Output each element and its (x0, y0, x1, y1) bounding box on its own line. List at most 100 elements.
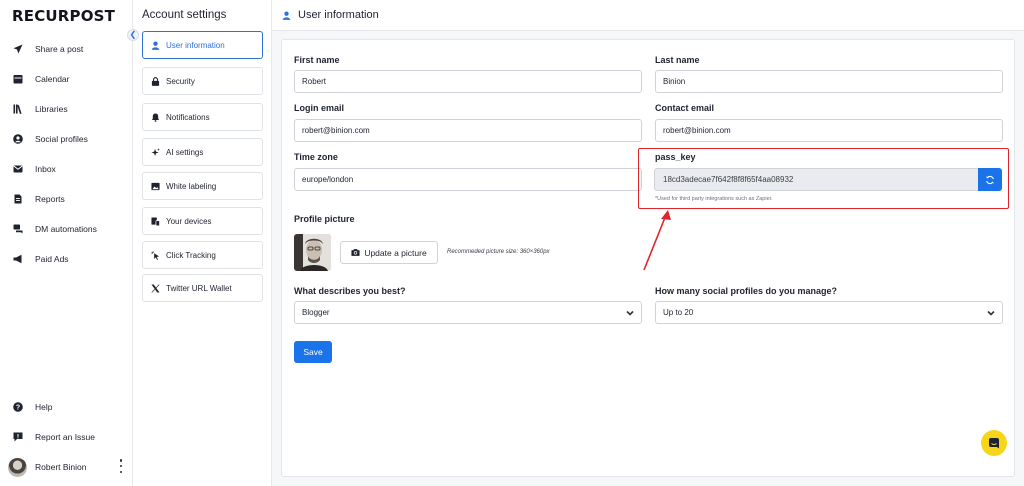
update-picture-label: Update a picture (364, 247, 427, 258)
nav-item-dm-automations[interactable]: DM automations (0, 215, 132, 243)
pass-key-field[interactable]: 18cd3adecae7f642f8f8f65f4aa08932 (654, 168, 978, 191)
nav-item-social-profiles[interactable]: Social profiles (0, 125, 132, 153)
nav-item-label: Inbox (35, 164, 56, 174)
user-profile-row[interactable]: Robert Binion (8, 455, 130, 479)
send-icon (12, 44, 23, 55)
chat-bubble-icon (989, 438, 999, 449)
user-icon (282, 11, 291, 20)
nav-item-libraries[interactable]: Libraries (0, 95, 132, 123)
nav-item-label: Social profiles (35, 134, 88, 144)
profiles-count-select[interactable]: Up to 20 (655, 301, 1003, 324)
user-icon (150, 40, 160, 50)
describes-label: What describes you best? (294, 286, 406, 296)
nav-item-label: Report an Issue (35, 432, 96, 442)
devices-icon (150, 216, 160, 226)
camera-icon (351, 249, 360, 256)
nav-item-share-a-post[interactable]: Share a post (0, 35, 132, 63)
page-title: User information (298, 9, 379, 21)
nav-item-paid-ads[interactable]: Paid Ads (0, 245, 132, 273)
calendar-icon (12, 74, 23, 85)
nav-item-label: Help (35, 402, 53, 412)
settings-item-click-tracking[interactable]: Click Tracking (142, 241, 263, 269)
first-name-label: First name (294, 55, 340, 65)
picture-size-note: Recommeded picture size: 360×360px (447, 249, 550, 255)
settings-item-security[interactable]: Security (142, 67, 263, 95)
settings-item-user-information[interactable]: User information (142, 31, 263, 59)
profiles-count-value: Up to 20 (663, 308, 694, 317)
login-email-field[interactable]: robert@binion.com (294, 119, 642, 142)
contact-email-label: Contact email (655, 103, 715, 113)
page-header: User information (272, 0, 1024, 31)
regenerate-pass-key-button[interactable] (978, 168, 1002, 191)
settings-item-label: Twitter URL Wallet (166, 283, 232, 293)
collapse-sidebar-button[interactable]: ❮ (127, 29, 139, 41)
flag-icon (12, 432, 23, 443)
refresh-icon (986, 175, 994, 184)
nav-item-inbox[interactable]: Inbox (0, 155, 132, 183)
login-email-value: robert@binion.com (302, 126, 370, 135)
settings-title: Account settings (142, 9, 227, 21)
pass-key-help-text: *Used for third party integrations such … (655, 196, 773, 202)
first-name-value: Robert (302, 77, 327, 86)
settings-sidebar: Account settings User information Securi… (133, 0, 272, 486)
nav-item-help[interactable]: ? Help (0, 393, 132, 421)
login-email-label: Login email (294, 103, 345, 113)
cursor-icon (150, 250, 160, 260)
chat-icon (12, 224, 23, 235)
last-name-field[interactable]: Binion (655, 70, 1003, 93)
settings-item-ai-settings[interactable]: AI settings (142, 138, 263, 166)
main-sidebar: RECURPOST ❮ Share a post Calendar Librar… (0, 0, 139, 486)
describes-select[interactable]: Blogger (294, 301, 642, 324)
nav-item-label: Reports (35, 194, 65, 204)
settings-item-label: AI settings (166, 147, 204, 157)
settings-item-twitter-url-wallet[interactable]: Twitter URL Wallet (142, 274, 263, 302)
first-name-field[interactable]: Robert (294, 70, 642, 93)
save-button[interactable]: Save (294, 341, 332, 363)
profiles-count-label: How many social profiles do you manage? (655, 286, 838, 296)
time-zone-label: Time zone (294, 152, 338, 162)
nav-item-label: Libraries (35, 104, 68, 114)
last-name-value: Binion (663, 77, 686, 86)
settings-item-label: Click Tracking (166, 250, 216, 260)
time-zone-field[interactable]: europe/london (294, 168, 642, 191)
nav-item-calendar[interactable]: Calendar (0, 65, 132, 93)
megaphone-icon (12, 254, 23, 265)
report-icon (12, 194, 23, 205)
chevron-down-icon (626, 309, 634, 317)
settings-item-label: White labeling (166, 181, 217, 191)
recurpost-logo[interactable]: RECURPOST (12, 7, 122, 25)
support-chat-button[interactable] (981, 430, 1007, 456)
contact-email-field[interactable]: robert@binion.com (655, 119, 1003, 142)
user-circle-icon (12, 134, 23, 145)
settings-item-your-devices[interactable]: Your devices (142, 207, 263, 235)
settings-item-notifications[interactable]: Notifications (142, 103, 263, 131)
settings-item-label: Notifications (166, 112, 210, 122)
lock-icon (150, 76, 160, 86)
time-zone-value: europe/london (302, 175, 354, 184)
settings-item-label: Security (166, 76, 195, 86)
settings-item-label: Your devices (166, 216, 212, 226)
x-logo-icon (150, 283, 160, 293)
main-content: User information First name Robert Last … (272, 0, 1024, 486)
sparkle-icon (150, 147, 160, 157)
more-options-icon[interactable] (118, 459, 124, 473)
inbox-icon (12, 164, 23, 175)
update-picture-button[interactable]: Update a picture (340, 241, 438, 264)
profile-picture (294, 234, 331, 271)
settings-item-white-labeling[interactable]: White labeling (142, 172, 263, 200)
nav-item-reports[interactable]: Reports (0, 185, 132, 213)
contact-email-value: robert@binion.com (663, 126, 731, 135)
avatar (8, 457, 27, 477)
bell-icon (150, 112, 160, 122)
nav-item-label: DM automations (35, 224, 97, 234)
library-icon (12, 104, 23, 115)
user-name: Robert Binion (35, 462, 87, 472)
svg-text:?: ? (15, 404, 19, 411)
user-information-card: First name Robert Last name Binion Login… (281, 39, 1015, 477)
chevron-down-icon (987, 309, 995, 317)
last-name-label: Last name (655, 55, 700, 65)
nav-item-label: Calendar (35, 74, 70, 84)
describes-value: Blogger (302, 308, 330, 317)
image-icon (150, 181, 160, 191)
nav-item-report-an-issue[interactable]: Report an Issue (0, 423, 132, 451)
